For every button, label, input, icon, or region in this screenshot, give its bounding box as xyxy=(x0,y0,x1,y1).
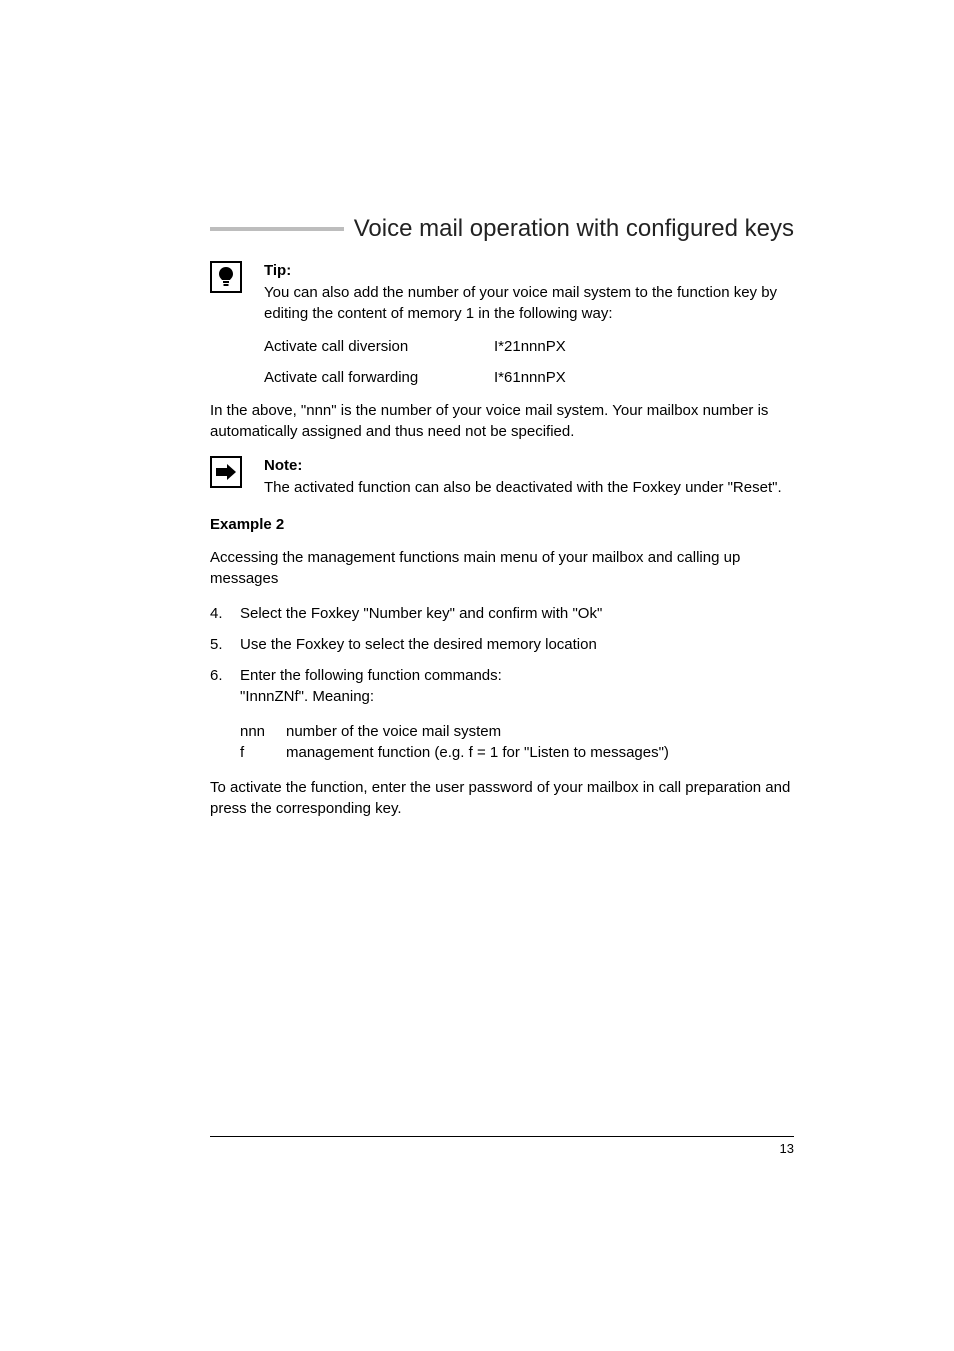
command-row: Activate call diversion I*21nnnPX xyxy=(264,338,794,355)
page-header: Voice mail operation with configured key… xyxy=(210,215,794,243)
definition-key: f xyxy=(240,742,286,763)
note-callout: Note: The activated function can also be… xyxy=(210,456,794,499)
command-code: I*21nnnPX xyxy=(494,338,566,355)
arrow-right-icon xyxy=(210,456,242,488)
list-item: 4. Select the Foxkey "Number key" and co… xyxy=(210,603,794,624)
tip-body: You can also add the number of your voic… xyxy=(264,284,777,321)
definition-row: f management function (e.g. f = 1 for "L… xyxy=(240,742,794,763)
step-text: Select the Foxkey "Number key" and confi… xyxy=(240,603,794,624)
example-intro: Accessing the management functions main … xyxy=(210,547,794,589)
command-code: I*61nnnPX xyxy=(494,369,566,386)
step-text: Use the Foxkey to select the desired mem… xyxy=(240,634,794,655)
tip-icon-wrap xyxy=(210,261,264,324)
step-number: 5. xyxy=(210,634,240,655)
document-page: Voice mail operation with configured key… xyxy=(0,0,954,1351)
definition-value: number of the voice mail system xyxy=(286,721,794,742)
definition-key: nnn xyxy=(240,721,286,742)
tip-label: Tip: xyxy=(264,261,794,281)
note-label: Note: xyxy=(264,456,794,476)
tip-text: Tip: You can also add the number of your… xyxy=(264,261,794,324)
note-icon-wrap xyxy=(210,456,264,499)
note-body: The activated function can also be deact… xyxy=(264,479,782,496)
definition-row: nnn number of the voice mail system xyxy=(240,721,794,742)
page-title: Voice mail operation with configured key… xyxy=(354,215,794,243)
header-rule xyxy=(210,227,344,231)
note-text: Note: The activated function can also be… xyxy=(264,456,794,499)
command-table: Activate call diversion I*21nnnPX Activa… xyxy=(264,338,794,386)
command-label: Activate call forwarding xyxy=(264,369,494,386)
tip-callout: Tip: You can also add the number of your… xyxy=(210,261,794,324)
definition-value: management function (e.g. f = 1 for "Lis… xyxy=(286,742,794,763)
step-number: 6. xyxy=(210,665,240,707)
command-label: Activate call diversion xyxy=(264,338,494,355)
lightbulb-icon xyxy=(210,261,242,293)
example-heading: Example 2 xyxy=(210,516,794,533)
step-list: 4. Select the Foxkey "Number key" and co… xyxy=(210,603,794,707)
page-number: 13 xyxy=(210,1141,794,1156)
closing-paragraph: To activate the function, enter the user… xyxy=(210,777,794,819)
list-item: 6. Enter the following function commands… xyxy=(210,665,794,707)
command-row: Activate call forwarding I*61nnnPX xyxy=(264,369,794,386)
page-footer: 13 xyxy=(210,1136,794,1156)
step-number: 4. xyxy=(210,603,240,624)
paragraph: In the above, "nnn" is the number of you… xyxy=(210,400,794,442)
step-text: Enter the following function commands: "… xyxy=(240,665,794,707)
definitions: nnn number of the voice mail system f ma… xyxy=(240,721,794,763)
list-item: 5. Use the Foxkey to select the desired … xyxy=(210,634,794,655)
footer-rule xyxy=(210,1136,794,1137)
